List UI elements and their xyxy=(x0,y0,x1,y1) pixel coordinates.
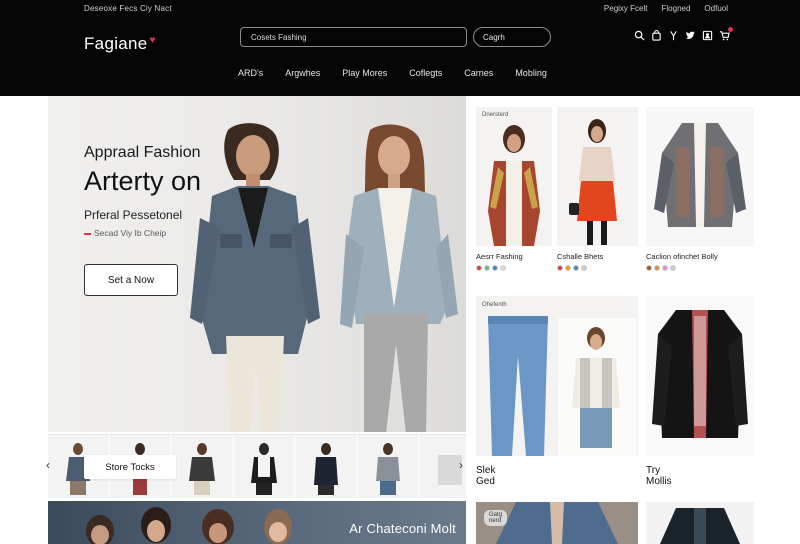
store-tools-button[interactable]: Store Tocks xyxy=(84,455,176,479)
search-icon[interactable] xyxy=(634,30,645,41)
product-image xyxy=(476,107,552,246)
account-icon[interactable] xyxy=(702,30,713,41)
search-input[interactable] xyxy=(240,27,467,47)
heart-icon: ♥ xyxy=(149,34,156,46)
product-name: Slek Ged xyxy=(476,465,496,487)
bag-icon[interactable] xyxy=(651,30,662,41)
product-name: Aesrr Fashing xyxy=(476,252,523,261)
color-swatch[interactable] xyxy=(646,265,652,271)
topbar-link[interactable]: Odfuol xyxy=(704,4,728,13)
strip-prev-arrow[interactable]: ‹ xyxy=(46,458,50,472)
site-logo[interactable]: Fagiane ♥ xyxy=(84,34,156,54)
color-swatch[interactable] xyxy=(654,265,660,271)
thumbnail[interactable] xyxy=(234,435,294,498)
nav-item[interactable]: Coflegts xyxy=(409,68,442,78)
nav-item[interactable]: Mobling xyxy=(515,68,547,78)
product-image xyxy=(476,296,638,456)
hero-subtitle: Prferal Pessetonel xyxy=(84,208,183,222)
product-badge: Gatg nerd xyxy=(484,510,508,526)
topbar-links: Pegixy Fcelt Flogned Odfuol xyxy=(604,4,728,13)
cart-icon[interactable] xyxy=(719,27,733,41)
product-name: Try Mollis xyxy=(646,465,672,487)
topbar-link[interactable]: Flogned xyxy=(662,4,691,13)
nav-item[interactable]: Argwhes xyxy=(285,68,320,78)
nav-item[interactable]: Play Mores xyxy=(342,68,387,78)
color-swatch[interactable] xyxy=(500,265,506,271)
promo-banner[interactable]: Ar Chateconi Molt xyxy=(48,501,466,544)
product-name: Caclion ofinchet Bolly xyxy=(646,252,718,261)
hero-model-light-jacket xyxy=(332,124,466,432)
topbar-message: Deseoxe Fecs Ciy Nact xyxy=(84,4,172,13)
color-swatch[interactable] xyxy=(484,265,490,271)
topbar-link[interactable]: Pegixy Fcelt xyxy=(604,4,648,13)
color-swatches xyxy=(646,265,676,271)
color-swatch[interactable] xyxy=(662,265,668,271)
color-swatch[interactable] xyxy=(492,265,498,271)
product-image xyxy=(646,107,754,246)
product-image xyxy=(646,296,754,456)
accent-dash xyxy=(84,232,91,235)
header-icons xyxy=(634,27,733,41)
product-name: Cshalle Bhets xyxy=(557,252,604,261)
color-swatch[interactable] xyxy=(581,265,587,271)
color-swatches xyxy=(476,265,506,271)
thumbnail[interactable] xyxy=(296,435,356,498)
banner-text: Ar Chateconi Molt xyxy=(349,521,456,536)
logo-text: Fagiane xyxy=(84,34,148,53)
hero-banner: Appraal Fashion Arterty on Prferal Pesse… xyxy=(48,96,466,432)
product-image xyxy=(557,107,638,246)
color-swatches xyxy=(557,265,587,271)
hero-tagline: Secad Viy Ib Cheip xyxy=(84,228,166,238)
twitter-icon[interactable] xyxy=(685,30,696,41)
nav-item[interactable]: ARD's xyxy=(238,68,263,78)
hero-tagline-text: Secad Viy Ib Cheip xyxy=(94,228,167,238)
main-nav: ARD's Argwhes Play Mores Coflegts Carnes… xyxy=(238,68,547,78)
search-button[interactable]: Cagrh xyxy=(473,27,551,47)
color-swatch[interactable] xyxy=(565,265,571,271)
banner-models-image xyxy=(86,507,292,544)
hero-model-denim-jacket xyxy=(176,122,336,432)
thumbnail[interactable] xyxy=(172,435,232,498)
wishlist-icon[interactable] xyxy=(668,30,679,41)
product-image xyxy=(646,502,754,544)
shop-now-button[interactable]: Set a Now xyxy=(84,264,178,296)
cart-badge xyxy=(728,27,733,32)
color-swatch[interactable] xyxy=(557,265,563,271)
site-header: Deseoxe Fecs Ciy Nact Pegixy Fcelt Flogn… xyxy=(0,0,800,96)
product-tag: Ohefenth xyxy=(482,302,507,308)
color-swatch[interactable] xyxy=(476,265,482,271)
thumbnail[interactable] xyxy=(358,435,418,498)
color-swatch[interactable] xyxy=(670,265,676,271)
color-swatch[interactable] xyxy=(573,265,579,271)
product-tag: Dnersterd xyxy=(482,112,509,118)
strip-next-arrow[interactable]: › xyxy=(459,458,463,472)
nav-item[interactable]: Carnes xyxy=(464,68,493,78)
